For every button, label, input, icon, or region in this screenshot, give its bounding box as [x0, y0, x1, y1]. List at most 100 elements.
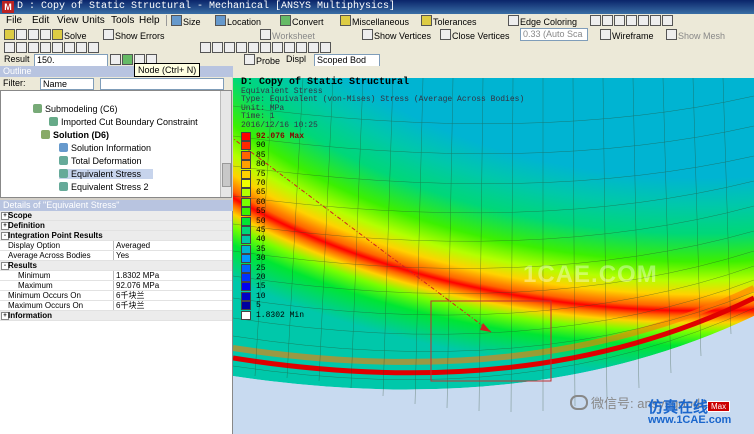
legend-row: 5 — [241, 301, 351, 311]
tree-item-label: Solution (D6) — [53, 130, 109, 140]
filter-input[interactable] — [100, 78, 224, 90]
view-tool-icons[interactable] — [200, 42, 332, 53]
legend-value: 5 — [256, 301, 261, 311]
details-value[interactable]: Averaged — [113, 241, 150, 250]
legend-row: 55 — [241, 207, 351, 217]
toolbar-icons-left[interactable] — [4, 29, 52, 40]
edge-tool-icons[interactable] — [590, 15, 674, 26]
app-icon: M — [2, 1, 14, 13]
menu-edit[interactable]: Edit — [32, 15, 49, 26]
details-row-maximum: Maximum 92.076 MPa — [0, 281, 232, 291]
wechat-icon — [570, 395, 588, 410]
filter-label: Filter: — [3, 78, 26, 88]
details-header: Details of "Equivalent Stress" — [0, 200, 235, 211]
tolerances-button[interactable]: Tolerances — [421, 15, 477, 27]
legend-value: 50 — [256, 216, 266, 226]
wireframe-button[interactable]: Wireframe — [600, 29, 654, 41]
legend-row: 15 — [241, 282, 351, 292]
edge-icon-1 — [590, 15, 601, 26]
convert-label: Convert — [292, 17, 324, 27]
details-row-integration[interactable]: - Integration Point Results — [0, 231, 232, 241]
solve-button[interactable]: Solve — [52, 29, 87, 41]
details-value[interactable]: Yes — [113, 251, 129, 260]
legend-value: 65 — [256, 188, 266, 198]
convert-button[interactable]: Convert — [280, 15, 324, 27]
menu-units[interactable]: Units — [82, 15, 105, 26]
probe-icon — [244, 54, 255, 65]
legend-value: 20 — [256, 273, 266, 282]
legend-value: 85 — [256, 150, 266, 160]
selection-tool-icons[interactable] — [4, 42, 100, 53]
tree-item-imported-cut[interactable]: Imported Cut Boundary Constraint — [49, 117, 198, 127]
location-button[interactable]: Location — [215, 15, 261, 27]
tree-item-total-deformation[interactable]: Total Deformation — [59, 156, 142, 166]
scrollbar-thumb[interactable] — [222, 163, 231, 187]
details-row-definition[interactable]: + Definition — [0, 221, 232, 231]
tree-item-submodeling[interactable]: Submodeling (C6) — [33, 104, 118, 114]
size-button[interactable]: Size — [171, 15, 201, 27]
details-row-scope[interactable]: + Scope — [0, 211, 232, 221]
legend-row: 35 — [241, 244, 351, 254]
show-errors-button[interactable]: Show Errors — [103, 29, 165, 41]
details-panel: + Scope + Definition - Integration Point Re… — [0, 211, 233, 434]
toolbar-separator — [166, 15, 167, 26]
magnifier-icon — [260, 42, 271, 53]
worksheet-icon — [260, 29, 271, 40]
show-errors-label: Show Errors — [115, 31, 165, 41]
legend-value: 90 — [256, 141, 266, 151]
menu-bar: File Edit View Units Tools Help Size Loc… — [0, 14, 754, 29]
convert-icon — [280, 15, 291, 26]
details-row-max-occurs: Maximum Occurs On 6千块兰 — [0, 301, 232, 311]
tree-item-equivalent-stress-2[interactable]: Equivalent Stress 2 — [59, 182, 149, 192]
graphics-viewport[interactable]: D: Copy of Static Structural Equivalent … — [233, 66, 754, 434]
edge-coloring-icon — [508, 15, 519, 26]
tree-item-solution[interactable]: Solution (D6) — [41, 130, 109, 140]
menu-file[interactable]: File — [6, 15, 22, 26]
legend-row: 75 — [241, 169, 351, 179]
filter-select[interactable]: Name — [40, 78, 94, 90]
auto-scale-field[interactable]: 0.33 (Auto Sca — [520, 28, 588, 41]
extend-select-icon — [64, 42, 75, 53]
toolbar-graphics — [0, 41, 754, 55]
legend-value: 70 — [256, 179, 266, 188]
details-row-display-option[interactable]: Display Option Averaged — [0, 241, 232, 251]
edge-icon-7 — [662, 15, 673, 26]
probe-button[interactable]: Probe — [244, 54, 281, 66]
details-row-results[interactable]: - Results — [0, 261, 232, 271]
show-vertices-button[interactable]: Show Vertices — [362, 29, 432, 41]
menu-help[interactable]: Help — [139, 15, 160, 26]
menu-view[interactable]: View — [57, 15, 79, 26]
face-select-icon — [40, 42, 51, 53]
tree-item-equivalent-stress[interactable]: Equivalent Stress — [59, 169, 153, 179]
legend-swatch — [241, 132, 251, 141]
show-mesh-button[interactable]: Show Mesh — [666, 29, 726, 41]
miscellaneous-button[interactable]: Miscellaneous — [340, 15, 409, 27]
legend-value: 45 — [256, 226, 266, 235]
contour-icon — [110, 54, 121, 65]
details-key: Average Across Bodies — [8, 251, 91, 260]
tree-item-label: Total Deformation — [71, 156, 142, 166]
show-vertices-label: Show Vertices — [374, 31, 432, 41]
edge-icon-4 — [626, 15, 637, 26]
fit-icon — [248, 42, 259, 53]
worksheet-button[interactable]: Worksheet — [260, 29, 315, 41]
legend-value: 1.8302 Min — [256, 310, 305, 320]
tree-scrollbar[interactable] — [220, 91, 231, 197]
tree-item-solution-information[interactable]: Solution Information — [59, 143, 151, 153]
display-label: Displ — [286, 54, 307, 64]
details-row-information[interactable]: + Information — [0, 311, 232, 321]
wireframe-icon — [600, 29, 611, 40]
tree-item-label: Submodeling (C6) — [45, 104, 118, 114]
legend-value: 92.076 Max — [256, 132, 305, 141]
show-mesh-label: Show Mesh — [678, 31, 726, 41]
edge-coloring-button[interactable]: Edge Coloring — [508, 15, 577, 27]
menu-tools[interactable]: Tools — [111, 15, 134, 26]
details-row-average-bodies[interactable]: Average Across Bodies Yes — [0, 251, 232, 261]
new-icon — [4, 29, 15, 40]
edge-icon-5 — [638, 15, 649, 26]
result-line: Unit: MPa — [241, 103, 285, 113]
legend-swatch — [241, 188, 251, 198]
probe-label: Probe — [256, 56, 281, 66]
close-vertices-button[interactable]: Close Vertices — [440, 29, 510, 41]
show-vertices-icon — [362, 29, 373, 40]
